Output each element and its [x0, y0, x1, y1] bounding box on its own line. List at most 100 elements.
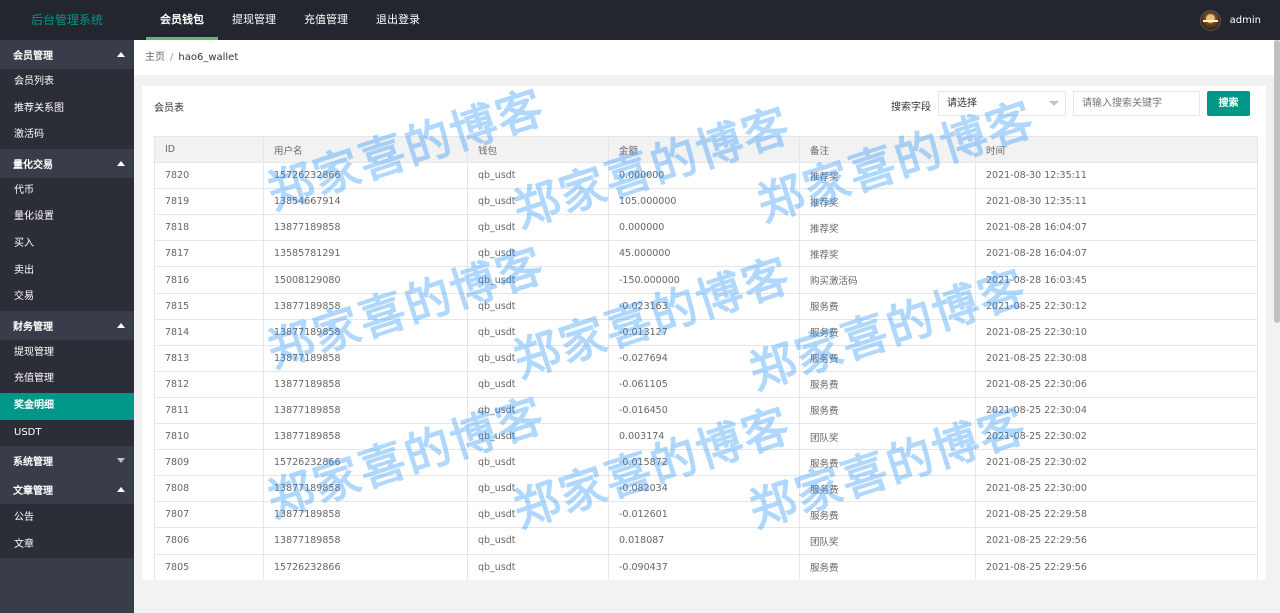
sidebar-item-withdraw[interactable]: 提现管理 — [0, 340, 134, 367]
sidebar-item-buy[interactable]: 买入 — [0, 231, 134, 258]
cell-remark: 服务费 — [799, 318, 976, 346]
cell-username: 13877189858 — [263, 292, 468, 320]
sidebar-item-quant-settings[interactable]: 量化设置 — [0, 204, 134, 231]
cell-id: 7810 — [154, 423, 264, 451]
cell-username: 13877189858 — [263, 423, 468, 451]
avatar[interactable] — [1199, 9, 1221, 31]
cell-time: 2021-08-25 22:29:56 — [975, 527, 1258, 555]
cell-amount: -0.016450 — [608, 396, 800, 425]
cell-remark: 服务费 — [799, 475, 976, 503]
cell-amount: 105.000000 — [608, 188, 800, 216]
sidebar-item-member-list[interactable]: 会员列表 — [0, 69, 134, 96]
column-header-username: 用户名 — [263, 135, 468, 164]
cell-id: 7812 — [154, 370, 264, 398]
sidebar-item-sell[interactable]: 卖出 — [0, 258, 134, 285]
sidebar-group-system[interactable]: 系统管理 — [0, 446, 134, 476]
table-row[interactable]: 7805 15726232866 qb_usdt -0.090437 服务费 2021-0… — [154, 553, 1258, 580]
cell-id: 7809 — [154, 449, 264, 477]
cell-id: 7806 — [154, 527, 264, 555]
cell-time: 2021-08-25 22:30:00 — [975, 475, 1258, 503]
scrollbar-thumb[interactable] — [1274, 40, 1280, 323]
cell-time: 2021-08-28 16:04:07 — [975, 240, 1258, 268]
table-row[interactable]: 7814 13877189858 qb_usdt -0.013127 服务费 2021-0… — [154, 318, 1258, 346]
username[interactable]: admin — [1230, 15, 1261, 26]
cell-id: 7819 — [154, 188, 264, 216]
cell-time: 2021-08-30 12:35:11 — [975, 162, 1258, 190]
cell-remark: 服务费 — [799, 553, 976, 580]
sidebar-item-article[interactable]: 文章 — [0, 531, 134, 558]
sidebar-item-token[interactable]: 代币 — [0, 178, 134, 205]
top-nav-logout[interactable]: 退出登录 — [362, 0, 434, 40]
cell-wallet: qb_usdt — [467, 501, 609, 529]
cell-username: 15726232866 — [263, 449, 468, 477]
sidebar-item-recharge[interactable]: 充值管理 — [0, 366, 134, 393]
cell-username: 13877189858 — [263, 475, 468, 503]
cell-id: 7818 — [154, 214, 264, 242]
table-row[interactable]: 7813 13877189858 qb_usdt -0.027694 服务费 2021-0… — [154, 344, 1258, 372]
caret-up-icon — [117, 52, 125, 57]
table-row[interactable]: 7816 15008129080 qb_usdt -150.000000 购买激活码 20… — [154, 266, 1258, 294]
table-row[interactable]: 7820 15726232866 qb_usdt 0.000000 推荐奖 2021-08… — [154, 162, 1258, 190]
cell-id: 7807 — [154, 501, 264, 529]
cell-username: 15726232866 — [263, 162, 468, 190]
search-field-select[interactable]: 请选择 — [938, 91, 1066, 116]
cell-wallet: qb_usdt — [467, 475, 609, 503]
sidebar-group-label: 量化交易 — [13, 159, 53, 171]
table-row[interactable]: 7817 13585781291 qb_usdt 45.000000 推荐奖 2021-0… — [154, 240, 1258, 268]
cell-time: 2021-08-25 22:30:12 — [975, 292, 1258, 320]
table-row[interactable]: 7811 13877189858 qb_usdt -0.016450 服务费 2021-0… — [154, 396, 1258, 425]
table-row[interactable]: 7807 13877189858 qb_usdt -0.012601 服务费 2021-0… — [154, 501, 1258, 529]
column-header-wallet: 钱包 — [467, 135, 609, 164]
user-menu[interactable]: admin — [1199, 0, 1261, 40]
cell-amount: -0.015872 — [608, 449, 800, 477]
sidebar-group-finance[interactable]: 财务管理 — [0, 310, 134, 340]
breadcrumb-home[interactable]: 主页 — [145, 52, 165, 63]
sidebar-item-trade[interactable]: 交易 — [0, 284, 134, 311]
column-header-id: ID — [154, 135, 264, 164]
cell-amount: -0.013127 — [608, 318, 800, 346]
cell-wallet: qb_usdt — [467, 214, 609, 242]
search-field-label: 搜索字段 — [891, 102, 931, 113]
cell-amount: -0.090437 — [608, 553, 800, 580]
cell-id: 7805 — [154, 553, 264, 580]
top-nav-withdraw[interactable]: 提现管理 — [218, 0, 290, 40]
sidebar-item-bonus-details[interactable]: 奖金明细 — [0, 392, 134, 420]
sidebar-item-referral-graph[interactable]: 推荐关系图 — [0, 96, 134, 123]
sidebar-item-announcement[interactable]: 公告 — [0, 504, 134, 531]
top-nav-member-wallet[interactable]: 会员钱包 — [146, 0, 218, 40]
table-row[interactable]: 7808 13877189858 qb_usdt -0.082034 服务费 2021-0… — [154, 475, 1258, 503]
sidebar-group-members[interactable]: 会员管理 — [0, 40, 134, 69]
page-scrollbar[interactable] — [1274, 40, 1280, 613]
sidebar-item-usdt[interactable]: USDT — [0, 420, 134, 447]
cell-amount: -0.061105 — [608, 370, 800, 398]
cell-time: 2021-08-25 22:30:06 — [975, 370, 1258, 398]
sidebar-group-articles[interactable]: 文章管理 — [0, 475, 134, 505]
cell-username: 13877189858 — [263, 396, 468, 425]
cell-time: 2021-08-25 22:30:02 — [975, 423, 1258, 451]
cell-username: 15726232866 — [263, 553, 468, 580]
data-table: ID 用户名 钱包 金额 备注 时间 7820 15726232866 qb_usd… — [154, 135, 1258, 580]
app-logo[interactable]: 后台管理系统 — [0, 0, 134, 40]
column-header-amount: 金额 — [608, 135, 800, 164]
sidebar-group-quant[interactable]: 量化交易 — [0, 148, 134, 178]
search-button[interactable]: 搜索 — [1207, 91, 1250, 116]
table-row[interactable]: 7819 13854667914 qb_usdt 105.000000 推荐奖 2021-… — [154, 188, 1258, 216]
cell-time: 2021-08-28 16:03:45 — [975, 266, 1258, 294]
table-row[interactable]: 7818 13877189858 qb_usdt 0.000000 推荐奖 2021-08… — [154, 214, 1258, 242]
sidebar-item-activation-code[interactable]: 激活码 — [0, 122, 134, 149]
top-nav-recharge[interactable]: 充值管理 — [290, 0, 362, 40]
sidebar-submenu-finance: 提现管理 充值管理 奖金明细 USDT — [0, 339, 134, 447]
table-row[interactable]: 7806 13877189858 qb_usdt 0.018087 团队奖 2021-08… — [154, 527, 1258, 555]
caret-up-icon — [117, 160, 125, 166]
cell-time: 2021-08-25 22:30:02 — [975, 449, 1258, 477]
table-row[interactable]: 7809 15726232866 qb_usdt -0.015872 服务费 2021-0… — [154, 449, 1258, 477]
table-row[interactable]: 7812 13877189858 qb_usdt -0.061105 服务费 2021-0… — [154, 370, 1258, 398]
top-nav: 会员钱包 提现管理 充值管理 退出登录 — [146, 0, 434, 40]
cell-remark: 推荐奖 — [799, 214, 976, 242]
breadcrumb-current: hao6_wallet — [178, 52, 239, 63]
caret-up-icon — [117, 322, 125, 328]
search-input[interactable]: 请输入搜索关键字 — [1073, 91, 1200, 116]
table-row[interactable]: 7810 13877189858 qb_usdt 0.003174 团队奖 2021-08… — [154, 423, 1258, 451]
table-row[interactable]: 7815 13877189858 qb_usdt -0.023163 服务费 2021-0… — [154, 292, 1258, 320]
cell-remark: 服务费 — [799, 370, 976, 398]
